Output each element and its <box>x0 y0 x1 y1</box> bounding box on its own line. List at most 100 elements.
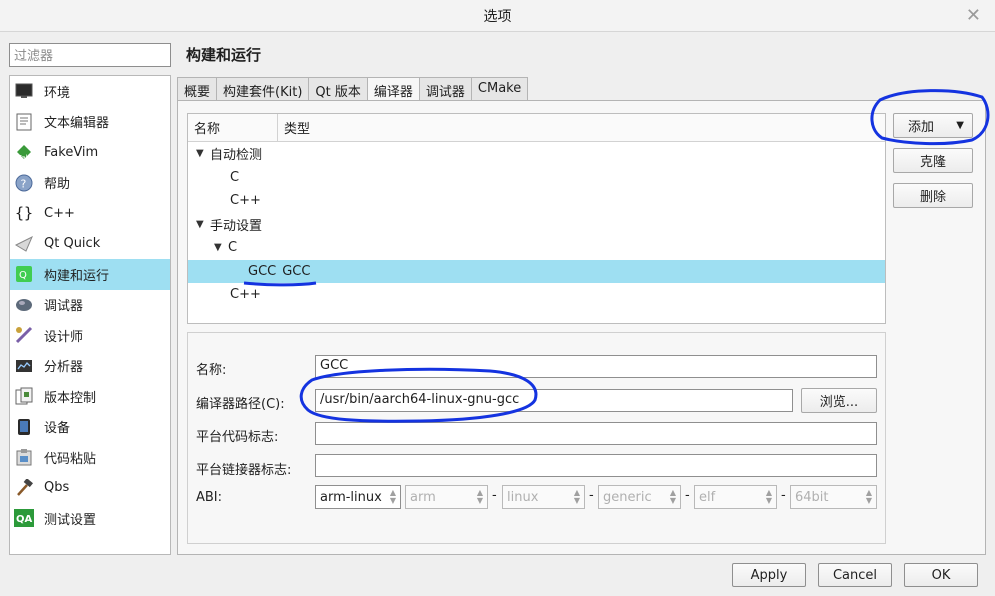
page-title: 构建和运行 <box>186 46 262 64</box>
svg-text:?: ? <box>21 177 27 190</box>
tab-overview[interactable]: 概要 <box>177 77 218 101</box>
sidebar-item-debugger[interactable]: 调试器 <box>10 290 170 321</box>
abi-architecture-value: arm <box>410 489 436 505</box>
version-control-icon <box>14 386 34 406</box>
tab-cmake[interactable]: CMake <box>470 77 529 101</box>
qt-quick-icon <box>14 234 34 254</box>
sidebar-item-label: FakeVim <box>44 144 99 160</box>
name-label: 名称: <box>196 363 227 378</box>
spinner-icon: ▲ ▼ <box>573 488 580 505</box>
sidebar-item-test-settings[interactable]: QA 测试设置 <box>10 503 170 534</box>
platform-code-flags-label: 平台代码标志: <box>196 430 279 445</box>
spinner-icon: ▲ ▼ <box>765 488 772 505</box>
add-button-label: 添加 <box>908 120 935 135</box>
tree-row-auto-detected[interactable]: ▼ 自动检测 <box>188 142 885 166</box>
tree-row-label: 手动设置 <box>210 218 263 234</box>
abi-separator: - <box>492 488 497 503</box>
tree-row-manual-c[interactable]: ▼ C <box>188 236 885 260</box>
abi-flavor-select[interactable]: generic ▲ ▼ <box>598 485 681 509</box>
cancel-button[interactable]: Cancel <box>818 563 892 587</box>
browse-button[interactable]: 浏览... <box>801 388 877 413</box>
name-field[interactable]: GCC <box>315 355 877 378</box>
compiler-path-label: 编译器路径(C): <box>196 397 285 412</box>
sidebar-item-build-run[interactable]: Q 构建和运行 <box>10 259 170 290</box>
tree-row-auto-c[interactable]: C <box>188 166 885 190</box>
tree-row-label: C <box>230 169 240 185</box>
tab-debuggers[interactable]: 调试器 <box>418 77 472 101</box>
tree-row-gcc[interactable]: GCC GCC <box>188 259 885 283</box>
apply-button[interactable]: Apply <box>732 563 806 587</box>
sidebar-item-label: C++ <box>44 205 75 221</box>
sidebar-item-label: 测试设置 <box>44 512 97 528</box>
filter-input[interactable] <box>9 43 171 67</box>
category-list: 环境 文本编辑器 Fake FakeVim ? 帮助 {} C++ Qt Qui… <box>9 75 171 555</box>
abi-select[interactable]: arm-linux ▲ ▼ <box>315 485 401 509</box>
abi-flavor-value: generic <box>603 489 652 505</box>
sidebar-item-cpp[interactable]: {} C++ <box>10 198 170 229</box>
compiler-path-field[interactable]: /usr/bin/aarch64-linux-gnu-gcc <box>315 389 793 412</box>
sidebar-item-environment[interactable]: 环境 <box>10 76 170 107</box>
sidebar-item-label: 环境 <box>44 85 71 101</box>
device-icon <box>14 417 34 437</box>
compiler-tree: 名称 类型 ▼ 自动检测 C C++ ▼ 手动设置 ▼ C GCC GCC C+… <box>187 113 886 324</box>
qa-icon: QA <box>14 508 34 528</box>
chevron-down-icon: ▼ <box>956 120 964 131</box>
column-header-type[interactable]: 类型 <box>278 118 310 137</box>
debugger-icon <box>14 295 34 315</box>
sidebar-item-fakevim[interactable]: Fake FakeVim <box>10 137 170 168</box>
remove-button[interactable]: 删除 <box>893 183 973 208</box>
compiler-name: GCC <box>248 263 277 279</box>
tree-row-manual-cpp[interactable]: C++ <box>188 283 885 307</box>
sidebar-item-qt-quick[interactable]: Qt Quick <box>10 229 170 260</box>
tree-row-label: C <box>228 240 238 256</box>
clone-button[interactable]: 克隆 <box>893 148 973 173</box>
sidebar-item-label: 调试器 <box>44 299 84 315</box>
abi-format-select[interactable]: elf ▲ ▼ <box>694 485 777 509</box>
sidebar-item-designer[interactable]: 设计师 <box>10 320 170 351</box>
close-icon[interactable]: ✕ <box>966 5 981 26</box>
help-icon: ? <box>14 173 34 193</box>
sidebar-item-device[interactable]: 设备 <box>10 412 170 443</box>
expand-arrow-icon[interactable]: ▼ <box>214 242 228 253</box>
code-paste-icon <box>14 447 34 467</box>
abi-architecture-select[interactable]: arm ▲ ▼ <box>405 485 488 509</box>
sidebar-item-label: 构建和运行 <box>44 268 110 284</box>
abi-separator: - <box>781 488 786 503</box>
platform-code-flags-field[interactable] <box>315 422 877 445</box>
sidebar-item-qbs[interactable]: Qbs <box>10 473 170 504</box>
braces-icon: {} <box>14 204 34 223</box>
ok-button[interactable]: OK <box>904 563 978 587</box>
sidebar-item-label: 帮助 <box>44 177 71 193</box>
abi-separator: - <box>589 488 594 503</box>
column-header-name[interactable]: 名称 <box>188 114 278 141</box>
expand-arrow-icon[interactable]: ▼ <box>196 148 210 159</box>
tree-row-auto-cpp[interactable]: C++ <box>188 189 885 213</box>
tree-row-manual[interactable]: ▼ 手动设置 <box>188 213 885 237</box>
sidebar-item-text-editor[interactable]: 文本编辑器 <box>10 107 170 138</box>
sidebar-item-code-paste[interactable]: 代码粘贴 <box>10 442 170 473</box>
sidebar-item-label: Qt Quick <box>44 236 101 252</box>
sidebar-item-help[interactable]: ? 帮助 <box>10 168 170 199</box>
fakevim-icon: Fake <box>14 142 34 162</box>
text-document-icon <box>14 112 34 132</box>
spinner-icon: ▲ ▼ <box>476 488 483 505</box>
sidebar-item-version-control[interactable]: 版本控制 <box>10 381 170 412</box>
expand-arrow-icon[interactable]: ▼ <box>196 219 210 230</box>
tab-compilers[interactable]: 编译器 <box>366 77 420 102</box>
abi-os-value: linux <box>507 489 539 505</box>
hammer-icon <box>14 478 34 498</box>
sidebar-item-label: 分析器 <box>44 360 84 376</box>
sidebar-item-analyzer[interactable]: 分析器 <box>10 351 170 382</box>
tab-qt-versions[interactable]: Qt 版本 <box>308 77 368 101</box>
add-button[interactable]: 添加 ▼ <box>893 113 973 138</box>
platform-linker-flags-field[interactable] <box>315 454 877 477</box>
compiler-type: GCC <box>282 263 311 279</box>
abi-width-select[interactable]: 64bit ▲ ▼ <box>790 485 877 509</box>
sidebar-item-label: 设备 <box>44 421 71 437</box>
title-bar: 选项 ✕ <box>0 0 995 32</box>
tree-row-label: C++ <box>230 287 261 303</box>
svg-text:QA: QA <box>16 514 33 525</box>
abi-os-select[interactable]: linux ▲ ▼ <box>502 485 585 509</box>
tab-kits[interactable]: 构建套件(Kit) <box>216 77 310 101</box>
tab-bar: 概要 构建套件(Kit) Qt 版本 编译器 调试器 CMake <box>177 77 529 102</box>
